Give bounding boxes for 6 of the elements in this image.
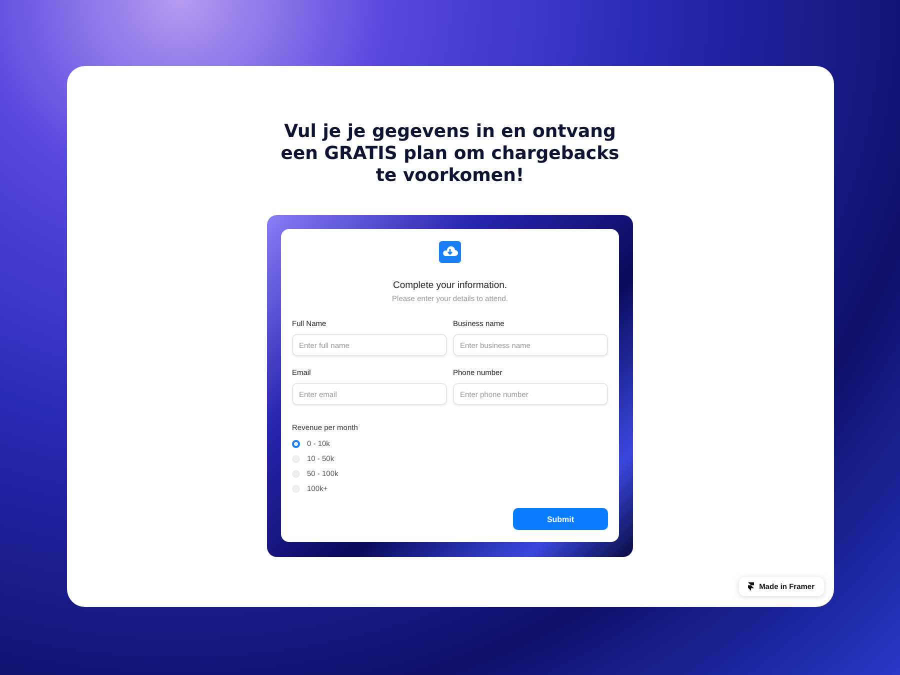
submit-button[interactable]: Submit bbox=[513, 508, 608, 530]
page-heading: Vul je je gegevens in en ontvang een GRATIS plan om chargebacks te voorkomen! bbox=[280, 121, 620, 187]
framer-logo-icon bbox=[748, 582, 754, 591]
form-title: Complete your information. bbox=[392, 280, 508, 291]
radio-button[interactable] bbox=[292, 440, 300, 448]
download-cloud-icon bbox=[439, 241, 461, 263]
